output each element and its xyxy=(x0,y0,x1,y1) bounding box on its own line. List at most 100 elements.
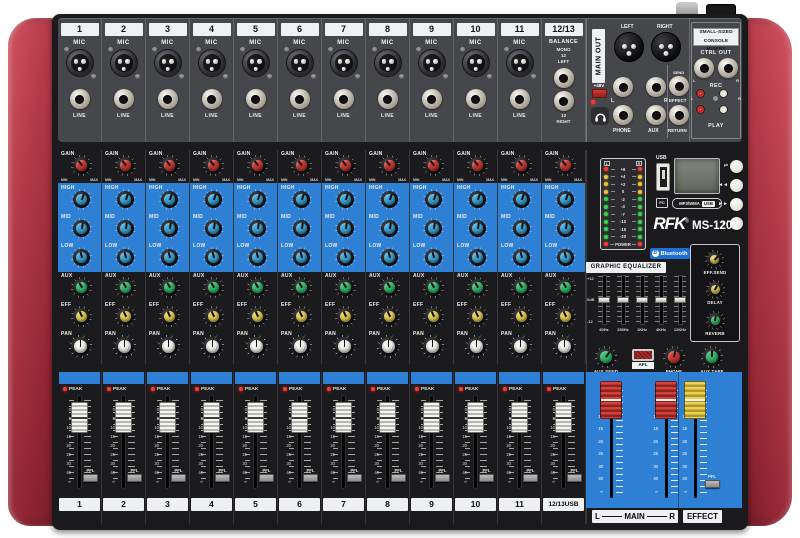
pan-knob[interactable] xyxy=(333,335,356,358)
high-knob[interactable] xyxy=(115,189,136,210)
mid-knob[interactable] xyxy=(467,218,488,239)
phone-knob[interactable] xyxy=(663,346,685,368)
eff-knob[interactable] xyxy=(247,306,268,327)
aux-knob[interactable] xyxy=(423,277,444,298)
pfl-button[interactable] xyxy=(127,474,142,482)
pan-knob[interactable] xyxy=(421,335,444,358)
high-knob[interactable] xyxy=(291,189,312,210)
aux-knob[interactable] xyxy=(379,277,400,298)
high-knob[interactable] xyxy=(379,189,400,210)
pan-knob[interactable] xyxy=(377,335,400,358)
eff-knob[interactable] xyxy=(511,306,532,327)
pan-knob[interactable] xyxy=(113,335,136,358)
high-knob[interactable] xyxy=(71,189,92,210)
previous-button[interactable] xyxy=(730,179,743,192)
gain-knob[interactable] xyxy=(467,155,488,176)
next-button[interactable] xyxy=(730,198,743,211)
main-right-fader-handle[interactable] xyxy=(655,381,677,419)
aux-knob[interactable] xyxy=(159,277,180,298)
pfl-button[interactable] xyxy=(435,474,450,482)
aux-tape-knob[interactable] xyxy=(701,346,723,368)
afl-button[interactable] xyxy=(632,349,654,361)
pfl-button[interactable] xyxy=(347,474,362,482)
eff-knob[interactable] xyxy=(71,306,92,327)
delay-knob[interactable] xyxy=(706,280,725,299)
aux-knob[interactable] xyxy=(467,277,488,298)
fader-handle[interactable] xyxy=(71,402,88,433)
pfl-button[interactable] xyxy=(215,474,230,482)
gain-knob[interactable] xyxy=(71,155,92,176)
mid-knob[interactable] xyxy=(247,218,268,239)
low-knob[interactable] xyxy=(467,247,488,268)
mid-knob[interactable] xyxy=(379,218,400,239)
gain-knob[interactable] xyxy=(511,155,532,176)
mid-knob[interactable] xyxy=(555,218,576,239)
pfl-button[interactable] xyxy=(171,474,186,482)
aux-send-knob[interactable] xyxy=(595,346,617,368)
pfl-button[interactable] xyxy=(705,480,720,488)
pan-knob[interactable] xyxy=(289,335,312,358)
fader-handle[interactable] xyxy=(555,402,572,433)
low-knob[interactable] xyxy=(423,247,444,268)
eff-knob[interactable] xyxy=(335,306,356,327)
gain-knob[interactable] xyxy=(291,155,312,176)
low-knob[interactable] xyxy=(247,247,268,268)
eff-send-knob[interactable] xyxy=(705,250,724,269)
pan-knob[interactable] xyxy=(69,335,92,358)
aux-knob[interactable] xyxy=(335,277,356,298)
aux-knob[interactable] xyxy=(291,277,312,298)
eff-knob[interactable] xyxy=(115,306,136,327)
low-knob[interactable] xyxy=(511,247,532,268)
pfl-button[interactable] xyxy=(391,474,406,482)
eq-slider-handle[interactable] xyxy=(636,297,648,303)
eff-knob[interactable] xyxy=(203,306,224,327)
pfl-button[interactable] xyxy=(523,474,538,482)
high-knob[interactable] xyxy=(159,189,180,210)
gain-knob[interactable] xyxy=(203,155,224,176)
eff-knob[interactable] xyxy=(555,306,576,327)
high-knob[interactable] xyxy=(247,189,268,210)
eff-knob[interactable] xyxy=(467,306,488,327)
fader-handle[interactable] xyxy=(159,402,176,433)
fader-handle[interactable] xyxy=(467,402,484,433)
pan-knob[interactable] xyxy=(465,335,488,358)
low-knob[interactable] xyxy=(555,247,576,268)
fader-handle[interactable] xyxy=(203,402,220,433)
pan-knob[interactable] xyxy=(245,335,268,358)
eq-slider-handle[interactable] xyxy=(617,297,629,303)
aux-knob[interactable] xyxy=(71,277,92,298)
main-left-fader-handle[interactable] xyxy=(600,381,622,419)
fader-handle[interactable] xyxy=(379,402,396,433)
eff-knob[interactable] xyxy=(423,306,444,327)
eff-knob[interactable] xyxy=(291,306,312,327)
pfl-button[interactable] xyxy=(83,474,98,482)
aux-knob[interactable] xyxy=(511,277,532,298)
gain-knob[interactable] xyxy=(335,155,356,176)
fader-handle[interactable] xyxy=(511,402,528,433)
low-knob[interactable] xyxy=(115,247,136,268)
gain-knob[interactable] xyxy=(555,155,576,176)
fader-handle[interactable] xyxy=(247,402,264,433)
pan-knob[interactable] xyxy=(553,335,576,358)
mid-knob[interactable] xyxy=(159,218,180,239)
low-knob[interactable] xyxy=(203,247,224,268)
phantom-switch[interactable] xyxy=(592,89,607,98)
low-knob[interactable] xyxy=(71,247,92,268)
pan-knob[interactable] xyxy=(201,335,224,358)
pfl-button[interactable] xyxy=(259,474,274,482)
mid-knob[interactable] xyxy=(71,218,92,239)
high-knob[interactable] xyxy=(467,189,488,210)
mid-knob[interactable] xyxy=(291,218,312,239)
aux-knob[interactable] xyxy=(247,277,268,298)
fader-handle[interactable] xyxy=(291,402,308,433)
mid-knob[interactable] xyxy=(511,218,532,239)
low-knob[interactable] xyxy=(159,247,180,268)
fader-handle[interactable] xyxy=(335,402,352,433)
reverb-knob[interactable] xyxy=(706,311,725,330)
low-knob[interactable] xyxy=(335,247,356,268)
fader-handle[interactable] xyxy=(423,402,440,433)
pfl-button[interactable] xyxy=(567,474,582,482)
high-knob[interactable] xyxy=(335,189,356,210)
low-knob[interactable] xyxy=(291,247,312,268)
high-knob[interactable] xyxy=(203,189,224,210)
